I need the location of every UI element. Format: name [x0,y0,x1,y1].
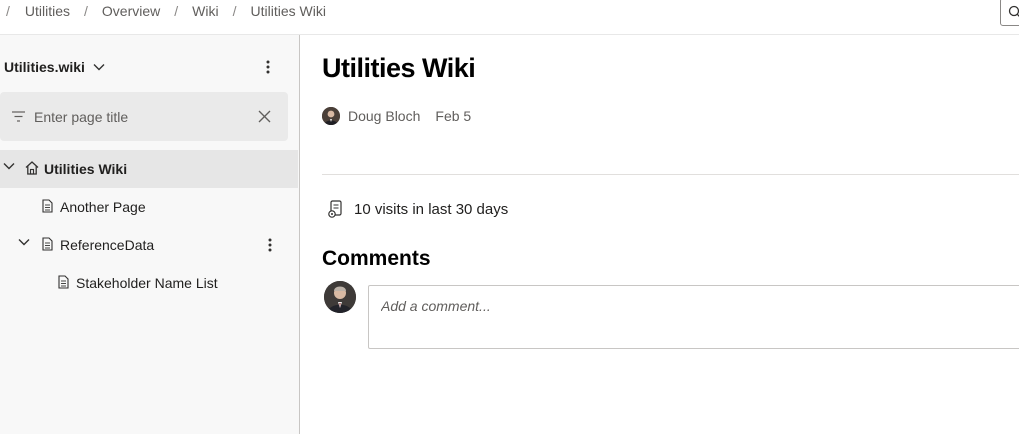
tree-item-label: Another Page [60,199,146,215]
tree-item-another-page[interactable]: Another Page [0,188,298,226]
more-vertical-icon [266,60,270,74]
top-bar: / Utilities / Overview / Wiki / Utilitie… [0,0,1019,35]
breadcrumb-item-wiki[interactable]: Wiki [192,3,218,19]
content-divider [322,174,1019,175]
more-vertical-icon [268,238,272,252]
tree-item-label: Stakeholder Name List [76,275,218,291]
wiki-more-actions-button[interactable] [260,58,276,76]
wiki-sidebar: Utilities.wiki Utilities Wiki [0,35,300,434]
person-avatar-icon [324,281,356,313]
clear-icon[interactable] [258,110,271,123]
home-icon [25,161,39,175]
tree-item-utilities-wiki[interactable]: Utilities Wiki [0,150,298,188]
visits-text: 10 visits in last 30 days [354,200,509,218]
comments-heading: Comments [322,247,431,270]
page-date: Feb 5 [435,108,472,124]
wiki-selector[interactable]: Utilities.wiki [4,59,105,75]
search-button[interactable] [1000,0,1019,26]
breadcrumb: / Utilities / Overview / Wiki / Utilitie… [6,3,326,19]
page-icon [42,237,53,251]
chevron-down-icon[interactable] [3,162,15,170]
visits-icon [328,200,342,218]
filter-icon [12,111,25,122]
page-title-filter-input[interactable] [34,106,244,128]
tree-item-referencedata[interactable]: ReferenceData [0,226,298,264]
tree-item-stakeholder-name-list[interactable]: Stakeholder Name List [0,264,298,302]
page-visits: 10 visits in last 30 days [328,200,508,218]
breadcrumb-item-utilities[interactable]: Utilities [25,3,70,19]
current-user-avatar [324,281,356,313]
search-icon [1008,5,1019,17]
comment-box [368,285,1019,349]
breadcrumb-separator: / [84,3,88,19]
page-title: Utilities Wiki [322,53,476,83]
author-name[interactable]: Doug Bloch [348,108,420,124]
person-avatar-icon [322,107,340,125]
breadcrumb-separator: / [232,3,237,19]
breadcrumb-separator: / [6,3,10,19]
breadcrumb-item-utilities-wiki[interactable]: Utilities Wiki [250,3,325,19]
chevron-down-icon[interactable] [18,238,30,246]
chevron-down-icon [93,64,105,71]
page-filter [0,92,288,141]
wiki-name: Utilities.wiki [4,59,85,75]
page-icon [42,199,53,213]
tree-item-label: ReferenceData [60,237,155,253]
page-icon [58,275,69,289]
tree-item-label: Utilities Wiki [44,161,128,177]
page-more-actions-button[interactable] [262,236,278,254]
comment-input[interactable] [381,298,981,338]
breadcrumb-item-overview[interactable]: Overview [102,3,160,19]
breadcrumb-separator: / [174,3,179,19]
author-avatar[interactable] [322,107,340,125]
page-meta: Doug Bloch Feb 5 [322,107,471,125]
